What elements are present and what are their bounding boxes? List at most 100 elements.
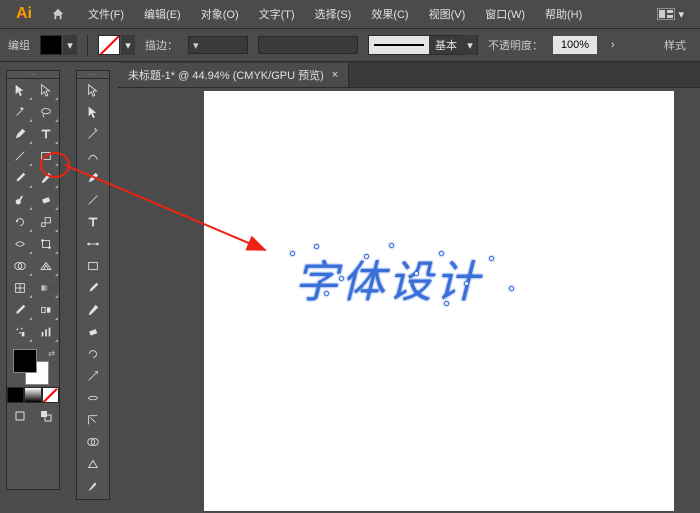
fill-stroke-swatches[interactable]: ⇄ [7, 347, 59, 387]
wand-alt[interactable] [77, 123, 109, 145]
anchor-point[interactable] [389, 243, 394, 248]
stroke-weight-combo[interactable]: ▾ [188, 36, 248, 54]
brush-alt[interactable] [77, 277, 109, 299]
pen-alt[interactable] [77, 167, 109, 189]
anchor-point[interactable] [314, 244, 319, 249]
pencil-alt[interactable] [77, 299, 109, 321]
swap-fill-stroke-icon[interactable]: ⇄ [48, 349, 55, 358]
eyedropper-tool[interactable] [7, 299, 33, 321]
menu-select[interactable]: 选择(S) [307, 2, 360, 26]
fill-color-control[interactable]: ▾ [40, 35, 77, 55]
canvas-viewport[interactable]: 字体设计 [118, 88, 700, 513]
workspace-switcher[interactable]: ▾ [651, 6, 690, 23]
selection-tool[interactable] [7, 79, 33, 101]
color-mode-gradient[interactable] [24, 387, 41, 403]
rectangle-alt[interactable] [77, 255, 109, 277]
anchor-point[interactable] [324, 291, 329, 296]
transform-alt[interactable] [77, 409, 109, 431]
app-logo: Ai [10, 0, 38, 28]
menu-type[interactable]: 文字(T) [251, 2, 303, 26]
menu-file[interactable]: 文件(F) [80, 2, 132, 26]
main-tool-panel: ⇄ [6, 70, 60, 490]
draw-behind-icon[interactable] [33, 407, 59, 425]
artboard[interactable]: 字体设计 [204, 91, 674, 511]
lasso-tool[interactable] [33, 101, 59, 123]
anchor-point[interactable] [444, 301, 449, 306]
draw-normal-icon[interactable] [7, 407, 33, 425]
opacity-input[interactable]: 100% [553, 36, 597, 54]
selected-text-object[interactable]: 字体设计 [294, 246, 482, 310]
options-bar: 编组 ▾ ▾ 描边： ▾ 基本 ▾ 不透明度： 100% › 样式 [0, 28, 700, 62]
anchor-point[interactable] [414, 271, 419, 276]
panel-grip[interactable] [7, 71, 59, 79]
magic-wand-tool[interactable] [7, 101, 33, 123]
width-tool[interactable] [7, 233, 33, 255]
column-graph-tool[interactable] [33, 321, 59, 343]
menu-edit[interactable]: 编辑(E) [136, 2, 189, 26]
symbol-sprayer-tool[interactable] [7, 321, 33, 343]
anchor-point[interactable] [364, 254, 369, 259]
slice-tool[interactable] [77, 475, 109, 497]
brush-combo[interactable] [258, 36, 358, 54]
blend-tool[interactable] [33, 299, 59, 321]
perspective-grid-tool[interactable] [33, 255, 59, 277]
mesh-tool[interactable] [7, 277, 33, 299]
direct-select-alt[interactable] [77, 101, 109, 123]
home-icon[interactable] [48, 4, 68, 24]
pen-tool[interactable] [7, 123, 33, 145]
secondary-tool-panel [76, 70, 110, 500]
document-area: 未标题-1* @ 44.94% (CMYK/GPU 预览) × 字体设计 [118, 62, 700, 513]
color-mode-solid[interactable] [7, 387, 24, 403]
color-mode-none[interactable] [42, 387, 59, 403]
anchor-point[interactable] [464, 281, 469, 286]
stroke-color-control[interactable]: ▾ [98, 35, 135, 55]
rectangle-tool[interactable] [33, 145, 59, 167]
anchor-point[interactable] [509, 286, 514, 291]
scale-tool[interactable] [33, 211, 59, 233]
rotate-alt[interactable] [77, 343, 109, 365]
anchor-point[interactable] [339, 276, 344, 281]
style-name: 基本 [429, 36, 463, 54]
stroke-label: 描边： [145, 37, 178, 53]
anchor-point[interactable] [489, 256, 494, 261]
scale-alt[interactable] [77, 365, 109, 387]
eraser-tool[interactable] [33, 189, 59, 211]
tab-strip: 未标题-1* @ 44.94% (CMYK/GPU 预览) × [118, 62, 700, 88]
paintbrush-tool[interactable] [7, 167, 33, 189]
shape-builder-tool[interactable] [7, 255, 33, 277]
stroke-swatch-none [98, 35, 120, 55]
anchor-point[interactable] [290, 251, 295, 256]
anchor-point[interactable] [439, 251, 444, 256]
fill-swatch-large[interactable] [13, 349, 37, 373]
perspective-alt[interactable] [77, 453, 109, 475]
panel-grip[interactable] [77, 71, 109, 79]
menu-effect[interactable]: 效果(C) [363, 2, 416, 26]
graphic-style-combo[interactable]: 基本 ▾ [368, 35, 478, 55]
close-tab-icon[interactable]: × [332, 69, 338, 81]
color-mode-row [7, 387, 59, 403]
menu-object[interactable]: 对象(O) [193, 2, 247, 26]
line-segment-alt[interactable] [77, 233, 109, 255]
arrow-right-icon[interactable]: › [607, 39, 619, 51]
type-tool[interactable] [33, 123, 59, 145]
menu-window[interactable]: 窗口(W) [477, 2, 533, 26]
gradient-tool[interactable] [33, 277, 59, 299]
styles-tab[interactable]: 样式 [658, 33, 692, 57]
pencil-tool[interactable] [33, 167, 59, 189]
curvature-tool[interactable] [77, 145, 109, 167]
line-alt[interactable] [77, 189, 109, 211]
eraser-alt[interactable] [77, 321, 109, 343]
selection-tool-alt[interactable] [77, 79, 109, 101]
line-tool[interactable] [7, 145, 33, 167]
menu-view[interactable]: 视图(V) [421, 2, 474, 26]
blob-brush-tool[interactable] [7, 189, 33, 211]
shape-builder-alt[interactable] [77, 431, 109, 453]
menu-help[interactable]: 帮助(H) [537, 2, 590, 26]
selection-type-label: 编组 [8, 37, 30, 53]
direct-selection-tool[interactable] [33, 79, 59, 101]
free-transform-tool[interactable] [33, 233, 59, 255]
document-tab[interactable]: 未标题-1* @ 44.94% (CMYK/GPU 预览) × [118, 63, 349, 87]
type-tool-alt[interactable] [77, 211, 109, 233]
width-alt[interactable] [77, 387, 109, 409]
rotate-tool[interactable] [7, 211, 33, 233]
